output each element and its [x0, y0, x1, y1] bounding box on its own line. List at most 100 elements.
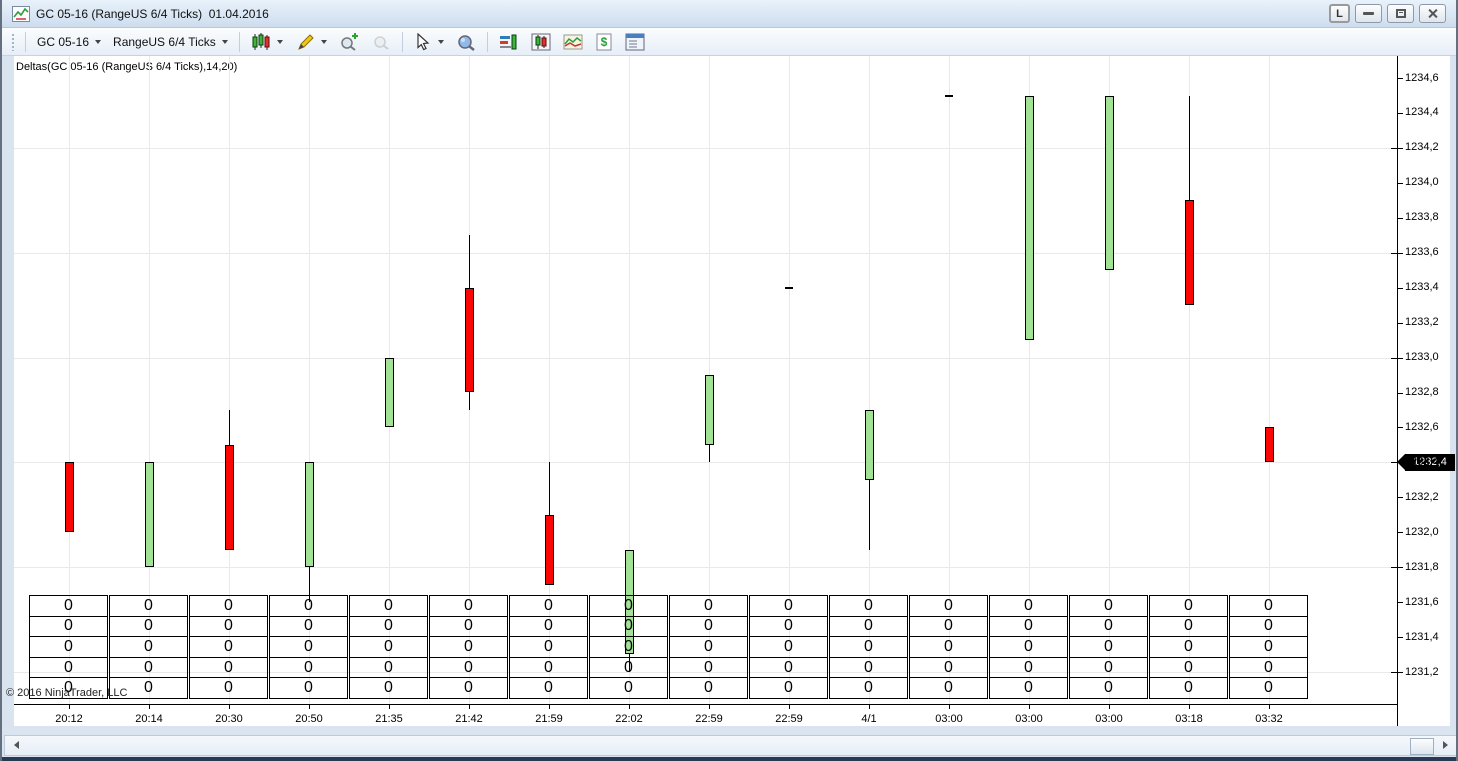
- copyright-text: © 2016 NinjaTrader, LLC: [6, 687, 128, 699]
- candle-body[interactable]: [65, 462, 74, 533]
- delta-table-cell: 0: [750, 596, 827, 617]
- price-axis-line[interactable]: [1397, 56, 1398, 761]
- candle-body[interactable]: [385, 357, 394, 428]
- chart-panel-button[interactable]: [557, 30, 589, 54]
- delta-table-cell: 0: [830, 658, 907, 679]
- price-axis-tick: [1398, 112, 1403, 114]
- time-axis-tick: [1029, 705, 1030, 709]
- toolbar-separator: [486, 31, 488, 52]
- time-axis-tick: [149, 705, 150, 709]
- delta-table-cell: 0: [430, 637, 507, 658]
- candle-body[interactable]: [1265, 427, 1274, 463]
- chart-plot-area[interactable]: Deltas(GC 05-16 (RangeUS 6/4 Ticks),14,2…: [2, 56, 1456, 761]
- time-axis-tick: [69, 705, 70, 709]
- doji-bar[interactable]: [785, 286, 793, 289]
- cursor-icon: [417, 32, 430, 50]
- price-axis-tick: [1398, 462, 1403, 464]
- link-button[interactable]: L: [1329, 4, 1350, 23]
- delta-table-cell: 0: [510, 637, 587, 658]
- period-dropdown[interactable]: RangeUS 6/4 Ticks: [107, 32, 234, 52]
- delta-table-column: 00000: [589, 595, 668, 699]
- time-axis-label: 21:59: [535, 713, 563, 725]
- delta-table-column: 00000: [1069, 595, 1148, 699]
- delta-table-cell: 0: [1150, 637, 1227, 658]
- candle-body[interactable]: [305, 462, 314, 568]
- account-dollar-button[interactable]: $: [589, 30, 619, 54]
- delta-table-cell: 0: [110, 658, 187, 679]
- properties-button[interactable]: [619, 30, 651, 54]
- scrollbar-track[interactable]: [4, 735, 1456, 756]
- delta-table-cell: 0: [1184, 679, 1193, 697]
- candle-body[interactable]: [225, 444, 234, 550]
- delta-table-cell: 0: [830, 617, 907, 638]
- zoom-in-button[interactable]: [333, 30, 365, 54]
- candle-body[interactable]: [1185, 200, 1194, 306]
- drawing-tools-button[interactable]: [289, 30, 333, 54]
- data-box-button[interactable]: [450, 30, 482, 54]
- candle-body[interactable]: [465, 287, 474, 393]
- delta-table-cell: 0: [590, 637, 667, 658]
- price-axis-label: 1233,2: [1405, 316, 1439, 329]
- candle-body[interactable]: [705, 375, 714, 445]
- delta-table-cell: 0: [30, 658, 107, 679]
- time-axis-label: 20:12: [55, 713, 83, 725]
- delta-table-column: 00000: [829, 595, 908, 699]
- time-axis-label: 21:35: [375, 713, 403, 725]
- window-title: GC 05-16 (RangeUS 6/4 Ticks) 01.04.2016: [36, 6, 269, 21]
- close-button[interactable]: [1419, 4, 1446, 23]
- chart-toolbar: GC 05-16 RangeUS 6/4 Ticks $: [2, 28, 1456, 56]
- delta-table-cell: 0: [430, 596, 507, 617]
- horizontal-gridline: [14, 357, 1397, 359]
- price-axis-label: 1232,6: [1405, 420, 1439, 433]
- zoom-out-button[interactable]: [365, 30, 397, 54]
- delta-table-cell: 0: [830, 596, 907, 617]
- price-axis-major-tick: [1391, 462, 1397, 464]
- title-bar[interactable]: GC 05-16 (RangeUS 6/4 Ticks) 01.04.2016 …: [2, 0, 1456, 28]
- price-axis-label: 1232,4: [1405, 455, 1439, 468]
- delta-table-column: 00000: [669, 595, 748, 699]
- candle-body[interactable]: [545, 514, 554, 585]
- left-arrow-icon[interactable]: [14, 741, 19, 749]
- delta-table-cell: 0: [864, 679, 873, 697]
- price-axis-major-tick: [1391, 567, 1397, 569]
- delta-table-cell: 0: [190, 637, 267, 658]
- chart-style-button[interactable]: [245, 30, 289, 54]
- time-axis-label: 03:32: [1255, 713, 1283, 725]
- candle-body[interactable]: [1025, 95, 1034, 341]
- time-axis-tick: [549, 705, 550, 709]
- time-axis-label: 03:18: [1175, 713, 1203, 725]
- delta-table-cell: 0: [350, 658, 427, 679]
- price-axis-label: 1234,4: [1405, 106, 1439, 119]
- chart-trader-button[interactable]: [493, 30, 525, 54]
- time-axis-tick: [389, 705, 390, 709]
- indicator-label[interactable]: Deltas(GC 05-16 (RangeUS 6/4 Ticks),14,2…: [16, 61, 237, 73]
- toolbar-grip[interactable]: [11, 32, 15, 51]
- doji-bar[interactable]: [945, 94, 953, 97]
- delta-table-cell: 0: [190, 617, 267, 638]
- price-axis-label: 1232,0: [1405, 525, 1439, 538]
- delta-table-cell: 0: [270, 658, 347, 679]
- time-axis-label: 4/1: [861, 713, 877, 725]
- cursor-button[interactable]: [408, 30, 450, 54]
- time-axis-tick: [469, 705, 470, 709]
- minimize-button[interactable]: [1355, 4, 1382, 23]
- restore-button[interactable]: [1387, 4, 1414, 23]
- price-axis-tick: [1398, 322, 1403, 324]
- price-axis-label: 1233,4: [1405, 281, 1439, 294]
- chart-panel-icon: [563, 34, 583, 49]
- right-arrow-icon[interactable]: [1443, 741, 1448, 749]
- window-bottom-edge: [2, 757, 1456, 761]
- candle-body[interactable]: [1105, 95, 1114, 271]
- indicators-button[interactable]: [525, 30, 557, 54]
- time-axis-tick: [709, 705, 710, 709]
- candle-body[interactable]: [145, 462, 154, 568]
- horizontal-scrollbar[interactable]: [2, 726, 1456, 757]
- delta-table-cell: 0: [430, 617, 507, 638]
- scrollbar-thumb[interactable]: [1410, 738, 1434, 755]
- delta-table-column: 00000: [749, 595, 828, 699]
- delta-table-cell: 0: [350, 596, 427, 617]
- instrument-dropdown[interactable]: GC 05-16: [31, 32, 107, 52]
- candle-body[interactable]: [865, 409, 874, 480]
- delta-table-cell: 0: [590, 617, 667, 638]
- time-axis-line[interactable]: [14, 704, 1398, 705]
